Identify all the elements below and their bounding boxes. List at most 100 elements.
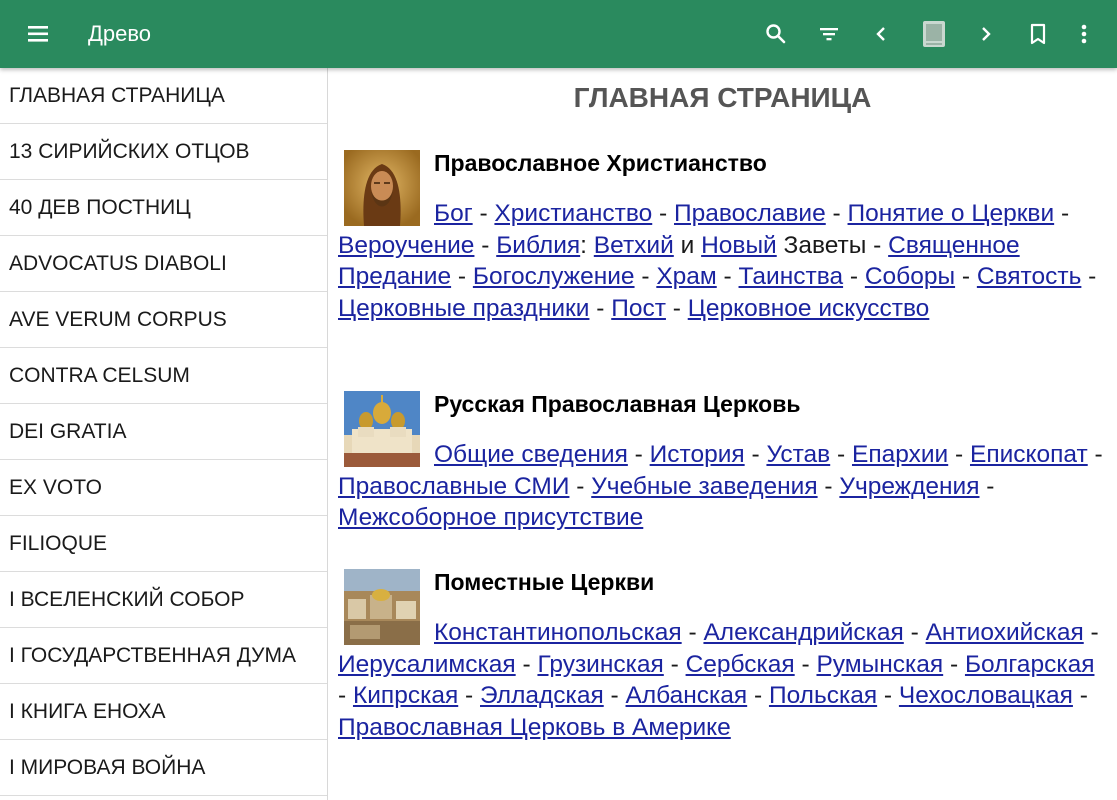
sidebar-item-label: ADVOCATUS DIABOLI — [9, 251, 227, 275]
separator-text: - — [948, 441, 970, 468]
article-link[interactable]: Александрийская — [703, 619, 903, 646]
article-link[interactable]: Кипрская — [353, 682, 458, 709]
article-link[interactable]: Церковные праздники — [338, 295, 589, 322]
sidebar-item-label: I ВСЕЛЕНСКИЙ СОБОР — [9, 587, 245, 611]
separator-text: - — [589, 294, 612, 322]
separator-text: Заветы - — [776, 231, 889, 259]
separator-text: - — [943, 650, 965, 678]
article-link[interactable]: Антиохийская — [926, 619, 1084, 646]
article-link[interactable]: Церковное искусство — [688, 295, 930, 322]
section-links: Бог - Христианство - Православие - Понят… — [338, 198, 1108, 324]
separator-text: - — [830, 441, 852, 468]
article-link[interactable]: Польская — [769, 682, 877, 709]
separator-text: и — [673, 231, 702, 259]
separator-text: - — [979, 472, 995, 500]
bookmark-icon[interactable] — [1020, 16, 1056, 52]
article-link[interactable]: Богослужение — [473, 263, 635, 290]
sidebar-item[interactable]: 40 ДЕВ ПОСТНИЦ — [0, 180, 327, 236]
article-link[interactable]: Христианство — [494, 200, 652, 227]
chevron-right-icon[interactable] — [968, 16, 1004, 52]
sidebar-article-list: ГЛАВНАЯ СТРАНИЦА 13 СИРИЙСКИХ ОТЦОВ 40 Д… — [0, 68, 328, 800]
sidebar-item-label: 40 ДЕВ ПОСТНИЦ — [9, 195, 191, 219]
article-link[interactable]: Святость — [977, 263, 1082, 290]
search-icon[interactable] — [758, 16, 794, 52]
separator-text: - — [451, 263, 473, 291]
sidebar-item[interactable]: FILIOQUE — [0, 516, 327, 572]
article-link[interactable]: Константинопольская — [434, 619, 682, 646]
separator-text: - — [515, 650, 538, 678]
more-vert-icon[interactable] — [1066, 16, 1102, 52]
separator-text: - — [955, 263, 977, 291]
article-link[interactable]: Православная Церковь в Америке — [338, 714, 731, 741]
separator-text: - — [1087, 441, 1103, 468]
sidebar-item-label: DEI GRATIA — [9, 419, 127, 443]
section-heading: Русская Православная Церковь — [434, 391, 801, 417]
separator-text: - — [474, 231, 497, 259]
cathedral-image — [344, 391, 420, 467]
article-link[interactable]: Епархии — [852, 441, 948, 468]
separator-text: - — [458, 682, 480, 710]
article-link[interactable]: История — [650, 441, 745, 468]
article-link[interactable]: Соборы — [865, 263, 955, 290]
article-link[interactable]: Новый — [701, 232, 777, 259]
page-title: ГЛАВНАЯ СТРАНИЦА — [573, 82, 872, 113]
separator-text: : — [580, 231, 594, 259]
app-title: Древо — [88, 21, 152, 46]
article-link[interactable]: Ветхий — [594, 232, 674, 259]
article-link[interactable]: Учреждения — [839, 473, 979, 500]
book-icon[interactable] — [916, 16, 952, 52]
article-link[interactable]: Общие сведения — [434, 441, 628, 468]
sidebar-item-label: 13 СИРИЙСКИХ ОТЦОВ — [9, 139, 250, 163]
article-link[interactable]: Библия — [496, 232, 580, 259]
chevron-left-icon[interactable] — [863, 16, 899, 52]
section-russian-church: Русская Православная Церковь Общие сведе… — [338, 387, 1108, 534]
article-link[interactable]: Пост — [611, 295, 666, 322]
sidebar-item-label: EX VOTO — [9, 475, 102, 499]
article-link[interactable]: Румынская — [816, 651, 943, 678]
sidebar-item[interactable]: I ВСЕЛЕНСКИЙ СОБОР — [0, 572, 327, 628]
article-link[interactable]: Учебные заведения — [591, 473, 817, 500]
article-link[interactable]: Сербская — [686, 651, 795, 678]
section-links: Общие сведения - История - Устав - Епарх… — [338, 439, 1108, 534]
sidebar-item-label: I МИРОВАЯ ВОЙНА — [9, 755, 206, 779]
sidebar-item[interactable]: I МИРОВАЯ ВОЙНА — [0, 740, 327, 796]
sidebar-item-main-page[interactable]: ГЛАВНАЯ СТРАНИЦА — [0, 68, 327, 124]
article-link[interactable]: Элладская — [480, 682, 604, 709]
sidebar-item[interactable]: DEI GRATIA — [0, 404, 327, 460]
article-link[interactable]: Болгарская — [965, 651, 1095, 678]
sidebar-item-label: FILIOQUE — [9, 531, 108, 555]
article-link[interactable]: Грузинская — [537, 651, 663, 678]
article-link[interactable]: Албанская — [626, 682, 748, 709]
separator-text: - — [747, 682, 769, 710]
article-link[interactable]: Православие — [674, 200, 826, 227]
sidebar-item[interactable]: 13 СИРИЙСКИХ ОТЦОВ — [0, 124, 327, 180]
article-link[interactable]: Устав — [766, 441, 830, 468]
article-link[interactable]: Православные СМИ — [338, 473, 569, 500]
sidebar-item[interactable]: I КНИГА ЕНОХА — [0, 684, 327, 740]
filter-icon[interactable] — [811, 16, 847, 52]
article-link[interactable]: Вероучение — [338, 232, 474, 259]
article-link[interactable]: Иерусалимская — [338, 651, 516, 678]
sidebar-item[interactable]: I ГОСУДАРСТВЕННАЯ ДУМА — [0, 628, 327, 684]
sidebar-item-label: ГЛАВНАЯ СТРАНИЦА — [9, 83, 225, 107]
separator-text: - — [627, 441, 650, 468]
sidebar-item[interactable]: EX VOTO — [0, 460, 327, 516]
article-link[interactable]: Бог — [434, 200, 473, 227]
article-link[interactable]: Храм — [656, 263, 716, 290]
city-image — [344, 569, 420, 645]
separator-text: - — [843, 263, 865, 291]
separator-text: - — [652, 200, 675, 227]
article-link[interactable]: Межсоборное присутствие — [338, 504, 643, 531]
section-heading: Православное Христианство — [434, 150, 767, 176]
article-link[interactable]: Епископат — [970, 441, 1088, 468]
sidebar-item[interactable]: ADVOCATUS DIABOLI — [0, 236, 327, 292]
article-link[interactable]: Понятие о Церкви — [848, 200, 1055, 227]
menu-icon[interactable] — [22, 18, 56, 50]
sidebar-item[interactable]: AVE VERUM CORPUS — [0, 292, 327, 348]
separator-text: - — [634, 263, 657, 291]
article-link[interactable]: Чехословацкая — [899, 682, 1073, 709]
article-link[interactable]: Таинства — [739, 263, 844, 290]
separator-text: - — [681, 619, 704, 646]
sidebar-item[interactable]: CONTRA CELSUM — [0, 348, 327, 404]
sidebar-item-label: AVE VERUM CORPUS — [9, 307, 227, 331]
